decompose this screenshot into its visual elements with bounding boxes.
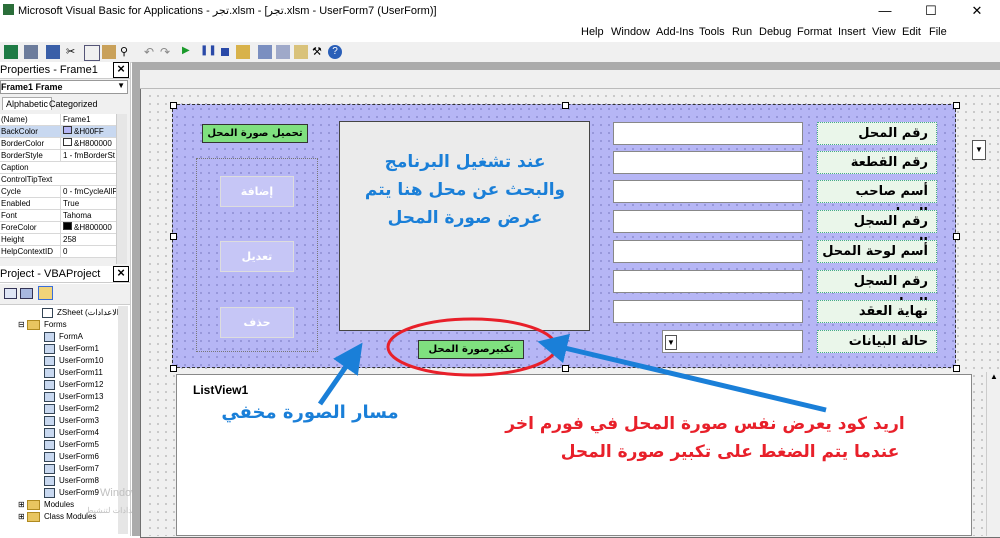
hidden-path-note: مسار الصورة مخفي [221, 402, 399, 423]
arrow-to-frame [317, 342, 363, 406]
arrow-to-enlarge-button [537, 333, 827, 413]
request-note-line2: عندما يتم الضغط على تكبير صورة المحل [560, 442, 900, 462]
highlight-circle [386, 317, 558, 377]
request-note-line1: اريد كود يعرض نفس صورة المحل في فورم اخر [505, 414, 905, 434]
